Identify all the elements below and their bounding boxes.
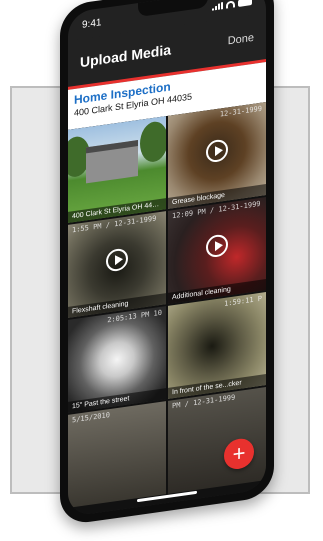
media-tile-past-street[interactable]: 2:05:13 PM 10 15" Past the street (68, 306, 166, 413)
tree-shape (140, 119, 166, 164)
media-tile[interactable]: 5/15/2010 (68, 401, 166, 508)
signal-icon (212, 1, 223, 11)
house-shape (86, 140, 138, 184)
media-tile-house-photo[interactable]: 400 Clark St Elyria OH 44035 (68, 116, 166, 223)
battery-icon (238, 0, 252, 7)
play-icon[interactable] (206, 138, 228, 164)
play-icon[interactable] (206, 233, 228, 259)
phone-screen: 9:41 Upload Media Done Home Inspection 4… (68, 0, 266, 517)
tile-timestamp: 1:59:11 P (224, 294, 262, 308)
tile-timestamp: 5/15/2010 (72, 410, 110, 425)
media-tile-front-of-sewer[interactable]: 1:59:11 P In front of the se...cker (168, 292, 266, 399)
page-title: Upload Media (80, 41, 172, 71)
media-tile-flexshaft-cleaning[interactable]: 1:55 PM / 12-31-1999 Flexshaft cleaning (68, 211, 166, 318)
wifi-icon (226, 0, 235, 9)
media-tile-additional-cleaning[interactable]: 12:09 PM / 12-31-1999 Additional cleanin… (168, 197, 266, 304)
media-tile-grease-blockage[interactable]: 12-31-1999 Grease blockage (168, 102, 266, 209)
play-icon[interactable] (106, 247, 128, 273)
done-button[interactable]: Done (228, 32, 254, 48)
status-time: 9:41 (82, 16, 102, 31)
tile-timestamp: 12-31-1999 (219, 104, 262, 119)
status-icons (212, 0, 252, 11)
media-tile[interactable]: PM / 12-31-1999 (168, 387, 266, 494)
phone-mockup: 9:41 Upload Media Done Home Inspection 4… (60, 0, 274, 527)
